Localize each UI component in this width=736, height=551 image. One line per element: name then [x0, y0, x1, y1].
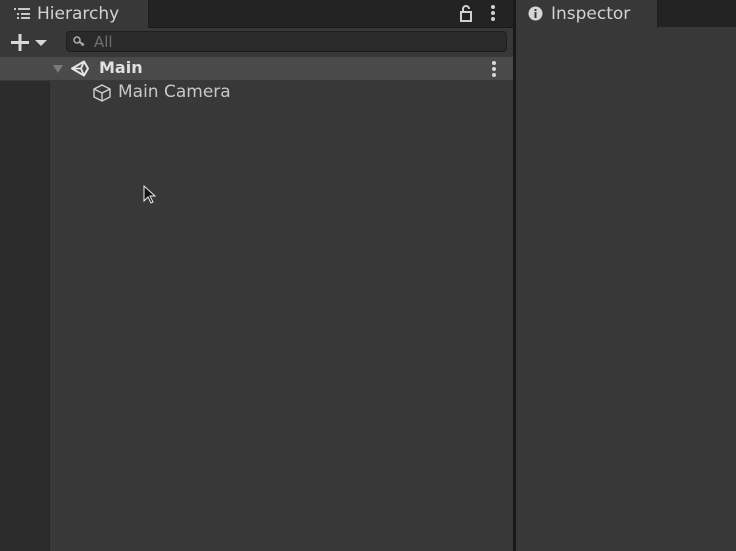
hierarchy-tree: Main Main Camera	[0, 57, 513, 551]
editor-window: Hierarchy All Main Main Camera Inspector	[0, 0, 736, 551]
lock-icon[interactable]	[458, 4, 474, 22]
tab-hierarchy-label: Hierarchy	[37, 4, 120, 24]
add-dropdown-button[interactable]	[8, 32, 52, 54]
search-icon	[73, 36, 85, 46]
info-icon	[528, 6, 543, 21]
hierarchy-list-icon	[14, 8, 30, 19]
search-input[interactable]: All	[66, 31, 507, 52]
inspector-tab-bar: Inspector	[516, 0, 736, 28]
hierarchy-tab-bar: Hierarchy	[0, 0, 513, 28]
gameobject-name: Main Camera	[118, 82, 231, 102]
gameobject-row-main-camera[interactable]: Main Camera	[50, 81, 513, 105]
search-placeholder: All	[94, 33, 113, 51]
scene-row[interactable]: Main	[0, 57, 513, 80]
hierarchy-gutter	[0, 81, 50, 551]
scene-menu-kebab-icon[interactable]	[490, 60, 498, 78]
scene-name: Main	[99, 58, 143, 77]
foldout-arrow-icon[interactable]	[53, 65, 63, 73]
tab-inspector-label: Inspector	[551, 4, 631, 24]
hierarchy-menu-kebab-icon[interactable]	[489, 4, 497, 22]
cube-icon	[93, 84, 111, 102]
tab-hierarchy[interactable]: Hierarchy	[0, 0, 149, 28]
unity-scene-icon	[71, 60, 89, 77]
hierarchy-panel: Hierarchy All Main Main Camera	[0, 0, 513, 551]
hierarchy-toolbar: All	[0, 28, 513, 58]
tab-inspector[interactable]: Inspector	[516, 0, 658, 28]
mouse-cursor-icon	[143, 185, 157, 204]
inspector-panel: Inspector	[516, 0, 736, 551]
